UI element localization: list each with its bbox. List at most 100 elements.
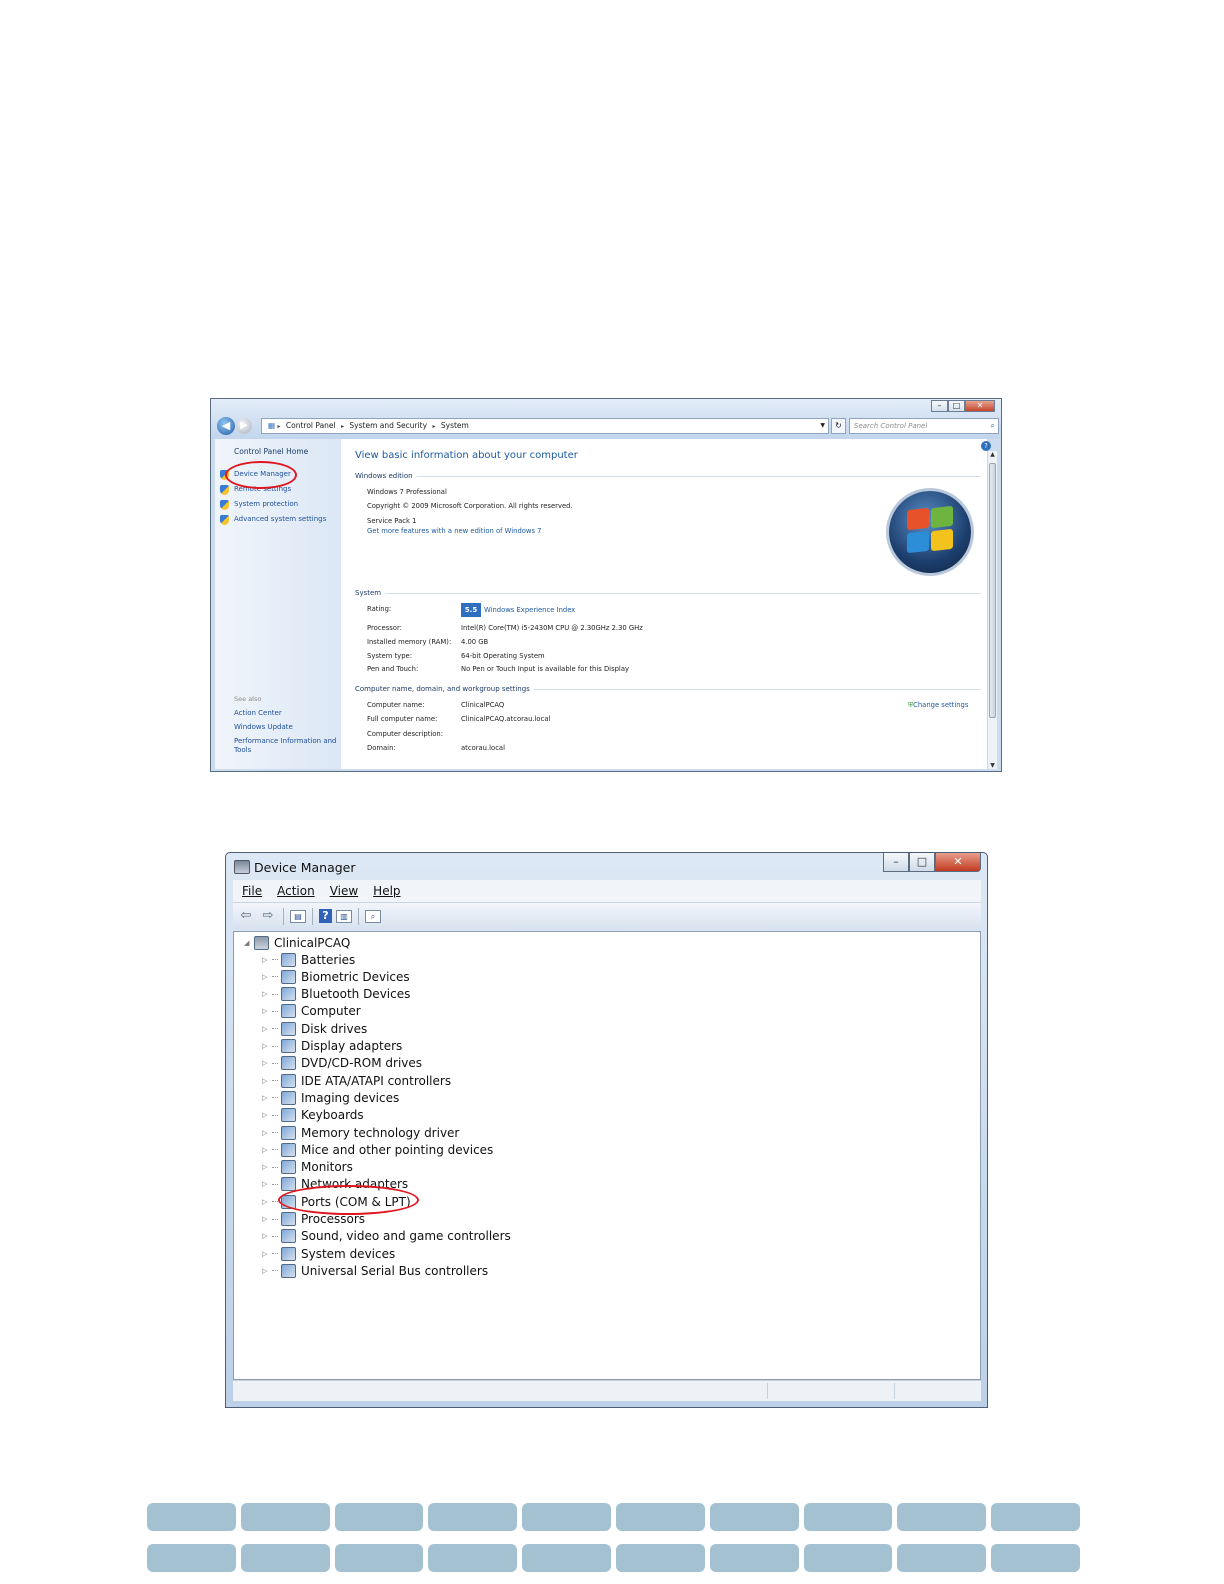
address-bar[interactable]: ▦ ▸ Control Panel ▸ System and Security … (261, 418, 829, 434)
tree-connector (272, 1166, 278, 1168)
tree-item-dvd-cd-rom-drives[interactable]: ▷ DVD/CD-ROM drives (262, 1055, 422, 1072)
chevron-down-icon[interactable]: ▼ (820, 419, 825, 433)
sound-video-and-game-controllers-icon (281, 1229, 296, 1244)
expand-icon[interactable]: ▷ (262, 1146, 270, 1154)
tree-item-batteries[interactable]: ▷ Batteries (262, 951, 355, 968)
forward-arrow-icon[interactable]: ▶ (236, 418, 252, 434)
change-settings-link[interactable]: ⛨Change settings (908, 701, 968, 710)
breadcrumb-control-panel[interactable]: Control Panel (286, 421, 336, 430)
dvd-cd-rom-drives-icon (281, 1056, 296, 1071)
vertical-scrollbar[interactable]: ▲ ▼ (987, 451, 997, 769)
computer-name-label: Computer name: (367, 701, 425, 709)
expand-icon[interactable]: ▷ (262, 990, 270, 998)
properties-icon[interactable]: ▤ (290, 909, 306, 923)
memory-technology-driver-icon (281, 1125, 296, 1140)
network-adapters-icon (281, 1177, 296, 1192)
section-system: System (355, 589, 981, 597)
tree-item-computer[interactable]: ▷ Computer (262, 1003, 361, 1020)
sidebar-control-panel-home[interactable]: Control Panel Home (234, 447, 308, 456)
tree-item-monitors[interactable]: ▷ Monitors (262, 1159, 353, 1176)
sidebar-item-system-protection[interactable]: System protection (234, 500, 298, 508)
menu-action[interactable]: Action (277, 884, 315, 898)
tree-item-imaging-devices[interactable]: ▷ Imaging devices (262, 1089, 399, 1106)
close-button[interactable]: ✕ (965, 400, 995, 412)
expand-icon[interactable]: ▷ (262, 1198, 270, 1206)
tree-root[interactable]: ◢ ClinicalPCAQ (244, 934, 350, 951)
expand-icon[interactable]: ▷ (262, 1111, 270, 1119)
tree-item-disk-drives[interactable]: ▷ Disk drives (262, 1020, 367, 1037)
scroll-down-icon[interactable]: ▼ (988, 762, 997, 769)
scan-hardware-icon[interactable]: ⌕ (365, 909, 381, 923)
collapse-icon[interactable]: ◢ (244, 939, 252, 947)
expand-icon[interactable]: ▷ (262, 1059, 270, 1067)
tree-item-universal-serial-bus-controllers[interactable]: ▷ Universal Serial Bus controllers (262, 1262, 488, 1279)
search-input[interactable]: Search Control Panel ⌕ (849, 418, 999, 434)
processor-value: Intel(R) Core(TM) i5-2430M CPU @ 2.30GHz… (461, 624, 643, 632)
tree-item-display-adapters[interactable]: ▷ Display adapters (262, 1038, 402, 1055)
expand-icon[interactable]: ▷ (262, 1094, 270, 1102)
experience-index-link[interactable]: Windows Experience Index (484, 606, 575, 614)
change-settings-label[interactable]: Change settings (913, 701, 968, 709)
expand-icon[interactable]: ▷ (262, 1025, 270, 1033)
section-label: Windows edition (355, 472, 413, 480)
minimize-button[interactable]: – (883, 853, 909, 872)
tree-item-memory-technology-driver[interactable]: ▷ Memory technology driver (262, 1124, 459, 1141)
tree-item-label: System devices (301, 1246, 396, 1261)
tree-item-keyboards[interactable]: ▷ Keyboards (262, 1107, 364, 1124)
help-icon[interactable]: ? (981, 441, 991, 451)
section-windows-edition: Windows edition (355, 472, 981, 480)
see-also-action-center[interactable]: Action Center (234, 709, 338, 718)
scroll-up-icon[interactable]: ▲ (988, 451, 997, 458)
expand-icon[interactable]: ▷ (262, 1007, 270, 1015)
search-icon[interactable]: ⌕ (991, 419, 995, 433)
tree-item-label: Keyboards (301, 1108, 364, 1123)
highlight-oval-device-manager (225, 461, 297, 489)
tree-item-system-devices[interactable]: ▷ System devices (262, 1245, 395, 1262)
system-caption-buttons: – □ ✕ (931, 400, 995, 412)
sidebar-item-advanced-system-settings[interactable]: Advanced system settings (234, 515, 326, 523)
expand-icon[interactable]: ▷ (262, 1042, 270, 1050)
tree-item-mice-and-other-pointing-devices[interactable]: ▷ Mice and other pointing devices (262, 1141, 493, 1158)
menu-help[interactable]: Help (373, 884, 400, 898)
expand-icon[interactable]: ▷ (262, 1180, 270, 1188)
tree-connector (272, 993, 278, 995)
computer-icon (254, 935, 269, 950)
breadcrumb-system[interactable]: System (441, 421, 469, 430)
service-pack-text: Service Pack 1 (367, 517, 417, 525)
maximize-button[interactable]: □ (948, 400, 965, 412)
rating-label: Rating: (367, 605, 392, 613)
more-features-link[interactable]: Get more features with a new edition of … (367, 527, 542, 535)
help-icon[interactable]: ? (319, 909, 332, 923)
show-hide-tree-icon[interactable]: ▥ (336, 909, 352, 923)
page-title: View basic information about your comput… (355, 450, 578, 461)
back-arrow-icon[interactable]: ◀ (217, 417, 235, 435)
status-bar (233, 1380, 981, 1401)
tree-item-sound-video-and-game-controllers[interactable]: ▷ Sound, video and game controllers (262, 1228, 511, 1245)
tree-item-ide-ata-atapi-controllers[interactable]: ▷ IDE ATA/ATAPI controllers (262, 1072, 451, 1089)
forward-arrow-icon[interactable]: ⇨ (259, 908, 277, 924)
maximize-button[interactable]: □ (909, 853, 935, 872)
refresh-button[interactable]: ↻ (831, 418, 846, 434)
tree-item-bluetooth-devices[interactable]: ▷ Bluetooth Devices (262, 986, 410, 1003)
expand-icon[interactable]: ▷ (262, 973, 270, 981)
tree-item-biometric-devices[interactable]: ▷ Biometric Devices (262, 968, 410, 985)
expand-icon[interactable]: ▷ (262, 1232, 270, 1240)
expand-icon[interactable]: ▷ (262, 1077, 270, 1085)
see-also-performance-information[interactable]: Performance Information and Tools (234, 737, 338, 755)
back-arrow-icon[interactable]: ⇦ (237, 908, 255, 924)
expand-icon[interactable]: ▷ (262, 956, 270, 964)
expand-icon[interactable]: ▷ (262, 1250, 270, 1258)
device-tree[interactable]: ◢ ClinicalPCAQ ▷ Batteries ▷ Biometric Devi… (233, 931, 981, 1380)
see-also-windows-update[interactable]: Windows Update (234, 723, 338, 732)
menu-file[interactable]: File (242, 884, 262, 898)
scrollbar-thumb[interactable] (989, 463, 996, 718)
expand-icon[interactable]: ▷ (262, 1129, 270, 1137)
close-button[interactable]: ✕ (935, 853, 981, 872)
expand-icon[interactable]: ▷ (262, 1267, 270, 1275)
minimize-button[interactable]: – (931, 400, 948, 412)
expand-icon[interactable]: ▷ (262, 1163, 270, 1171)
breadcrumb-system-and-security[interactable]: System and Security (349, 421, 427, 430)
expand-icon[interactable]: ▷ (262, 1215, 270, 1223)
menu-view[interactable]: View (330, 884, 358, 898)
system-type-label: System type: (367, 652, 412, 660)
